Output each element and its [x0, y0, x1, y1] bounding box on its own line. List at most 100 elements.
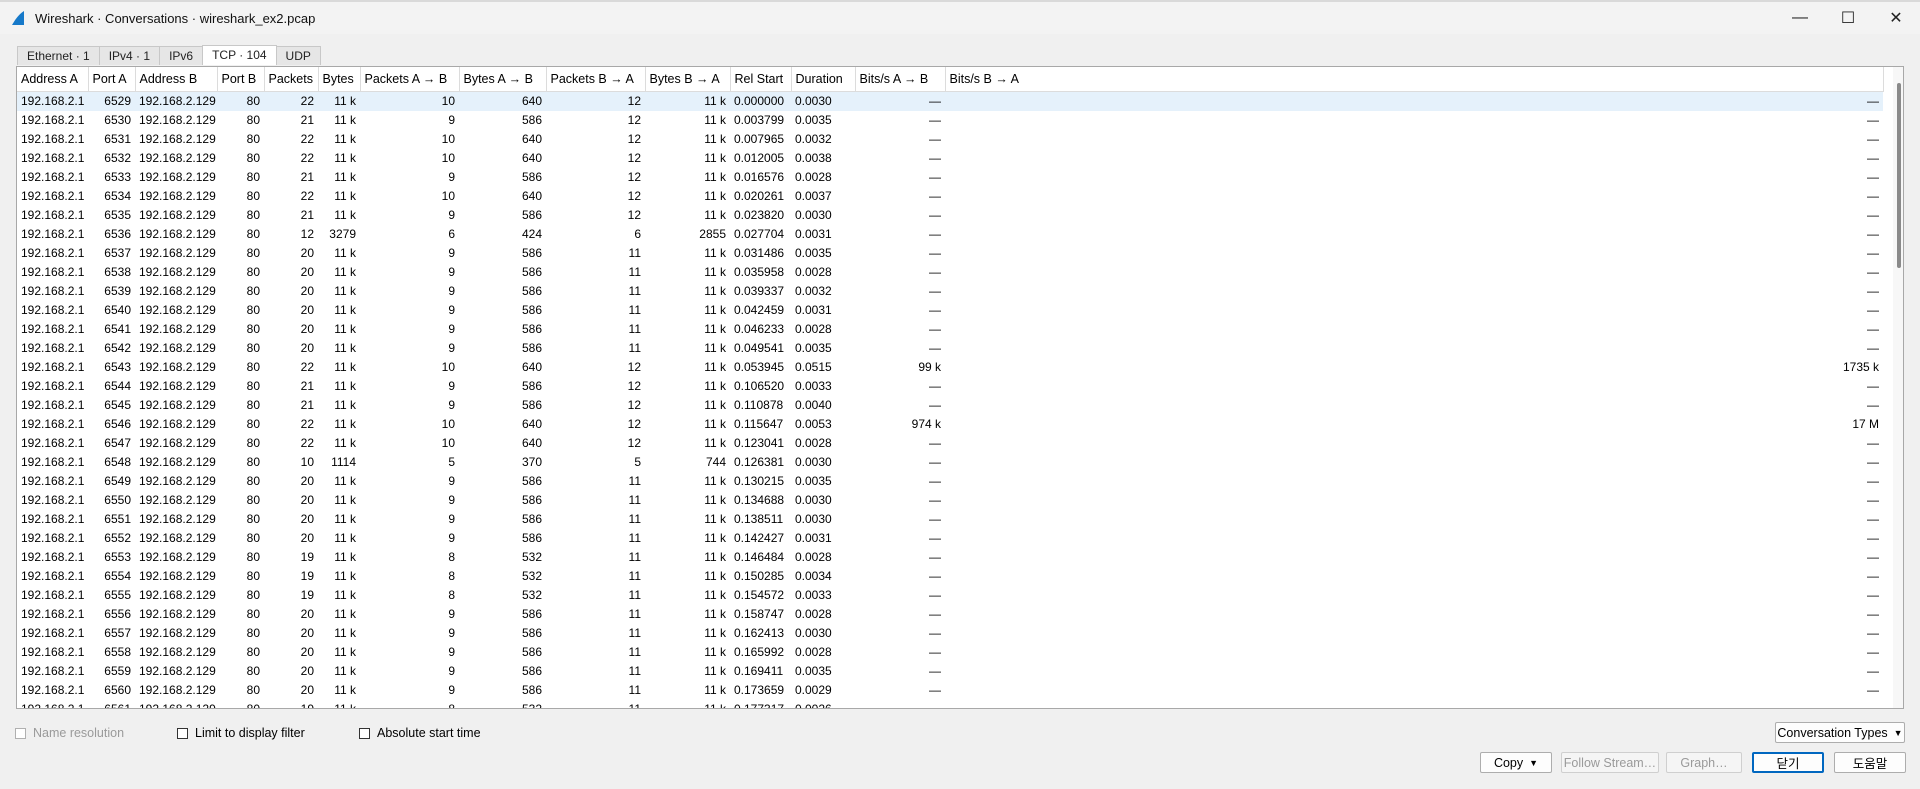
conversations-table[interactable]: Address A Port A Address B Port B Packets Byt… [16, 66, 1904, 709]
cell-address-b: 192.168.2.129 [139, 113, 216, 127]
cell-bits-b-a: — [1867, 531, 1879, 545]
column-header-address-a[interactable]: Address A [17, 67, 89, 92]
table-row[interactable]: 192.168.2.1 6544 192.168.2.129 80 21 11 k 9 586… [17, 377, 1883, 396]
table-row[interactable]: 192.168.2.1 6535 192.168.2.129 80 21 11 k 9 586… [17, 206, 1883, 225]
cell-packets-a-b: 9 [448, 398, 455, 412]
table-row[interactable]: 192.168.2.1 6547 192.168.2.129 80 22 11 k 10 64… [17, 434, 1883, 453]
cell-bytes-a-b: 640 [521, 189, 542, 203]
tab-udp[interactable]: UDP [275, 46, 321, 65]
table-row[interactable]: 192.168.2.1 6559 192.168.2.129 80 20 11 k 9 586… [17, 662, 1883, 681]
cell-address-a: 192.168.2.1 [21, 322, 85, 336]
cell-port-a: 6557 [104, 626, 131, 640]
cell-packets-b-a: 12 [627, 398, 641, 412]
cell-packets-a-b: 10 [441, 189, 455, 203]
cell-rel-start: 0.158747 [734, 607, 785, 621]
cell-port-b: 80 [246, 569, 260, 583]
cell-address-a: 192.168.2.1 [21, 607, 85, 621]
table-row[interactable]: 192.168.2.1 6540 192.168.2.129 80 20 11 k 9 586… [17, 301, 1883, 320]
cell-packets-a-b: 9 [448, 170, 455, 184]
limit-filter-checkbox[interactable]: Limit to display filter [177, 726, 305, 740]
column-header-bytes-b-a[interactable]: Bytes B → A [645, 67, 731, 92]
bottom-controls: Name resolution Limit to display filter … [0, 716, 1920, 789]
column-header-bytes-a-b[interactable]: Bytes A → B [459, 67, 547, 92]
table-row[interactable]: 192.168.2.1 6541 192.168.2.129 80 20 11 k 9 586… [17, 320, 1883, 339]
tab-ethernet[interactable]: Ethernet · 1 [17, 46, 100, 65]
table-row[interactable]: 192.168.2.1 6560 192.168.2.129 80 20 11 k 9 586… [17, 681, 1883, 700]
table-row[interactable]: 192.168.2.1 6554 192.168.2.129 80 19 11 k 8 532… [17, 567, 1883, 586]
cell-packets-a-b: 8 [448, 588, 455, 602]
column-header-bits-a-b[interactable]: Bits/s A → B [855, 67, 946, 92]
close-window-button[interactable]: ✕ [1872, 2, 1920, 34]
table-row[interactable]: 192.168.2.1 6557 192.168.2.129 80 20 11 k 9 586… [17, 624, 1883, 643]
table-row[interactable]: 192.168.2.1 6536 192.168.2.129 80 12 3279 6 424… [17, 225, 1883, 244]
cell-bytes-b-a: 11 k [645, 91, 730, 111]
cell-bytes-a-b: 586 [521, 493, 542, 507]
table-row[interactable]: 192.168.2.1 6552 192.168.2.129 80 20 11 k 9 586… [17, 529, 1883, 548]
close-button[interactable]: 닫기 [1752, 752, 1824, 773]
table-row[interactable]: 192.168.2.1 6537 192.168.2.129 80 20 11 k 9 586… [17, 244, 1883, 263]
cell-packets-a-b: 8 [448, 550, 455, 564]
cell-bits-b-a: — [1867, 512, 1879, 526]
cell-bits-a-b: — [929, 664, 941, 678]
cell-packets-a-b: 9 [448, 341, 455, 355]
table-row[interactable]: 192.168.2.1 6539 192.168.2.129 80 20 11 k 9 586… [17, 282, 1883, 301]
minimize-button[interactable]: — [1776, 2, 1824, 34]
tab-tcp[interactable]: TCP · 104 [202, 45, 277, 65]
column-header-address-b[interactable]: Address B [135, 67, 218, 92]
cell-bits-b-a: — [1867, 208, 1879, 222]
table-row[interactable]: 192.168.2.1 6558 192.168.2.129 80 20 11 k 9 586… [17, 643, 1883, 662]
cell-packets: 21 [300, 170, 314, 184]
table-row[interactable]: 192.168.2.1 6546 192.168.2.129 80 22 11 k 10 64… [17, 415, 1883, 434]
cell-bytes-b-a: 11 k [704, 265, 726, 279]
column-header-packets-b-a[interactable]: Packets B → A [546, 67, 646, 92]
table-row[interactable]: 192.168.2.1 6550 192.168.2.129 80 20 11 k 9 586… [17, 491, 1883, 510]
table-row[interactable]: 192.168.2.1 6530 192.168.2.129 80 21 11 k 9 586… [17, 111, 1883, 130]
graph-button[interactable]: Graph… [1666, 752, 1742, 773]
scrollbar-thumb[interactable] [1897, 83, 1901, 268]
conversation-types-button[interactable]: Conversation Types ▼ [1775, 722, 1905, 743]
column-header-packets-a-b[interactable]: Packets A → B [360, 67, 460, 92]
maximize-button[interactable]: ☐ [1824, 2, 1872, 34]
vertical-scrollbar[interactable] [1893, 67, 1903, 708]
cell-bits-b-a: — [1867, 569, 1879, 583]
cell-port-a: 6559 [104, 664, 131, 678]
table-row[interactable]: 192.168.2.1 6549 192.168.2.129 80 20 11 k 9 586… [17, 472, 1883, 491]
cell-bits-b-a: — [1867, 645, 1879, 659]
tab-ipv6[interactable]: IPv6 [159, 46, 204, 65]
table-row[interactable]: 192.168.2.1 6553 192.168.2.129 80 19 11 k 8 532… [17, 548, 1883, 567]
table-row[interactable]: 192.168.2.1 6538 192.168.2.129 80 20 11 k 9 586… [17, 263, 1883, 282]
table-row[interactable]: 192.168.2.1 6534 192.168.2.129 80 22 11 k 10 64… [17, 187, 1883, 206]
tab-ipv4[interactable]: IPv4 · 1 [98, 46, 161, 65]
table-row[interactable]: 192.168.2.1 6545 192.168.2.129 80 21 11 k 9 586… [17, 396, 1883, 415]
table-row[interactable]: 192.168.2.1 6556 192.168.2.129 80 20 11 k 9 586… [17, 605, 1883, 624]
absolute-time-checkbox[interactable]: Absolute start time [359, 726, 481, 740]
cell-port-b: 80 [246, 246, 260, 260]
column-header-rel-start[interactable]: Rel Start [730, 67, 792, 92]
table-row[interactable]: 192.168.2.1 6533 192.168.2.129 80 21 11 k 9 586… [17, 168, 1883, 187]
cell-bytes: 11 k [334, 436, 356, 450]
table-row[interactable]: 192.168.2.1 6548 192.168.2.129 80 10 1114 5 370… [17, 453, 1883, 472]
column-header-bits-b-a[interactable]: Bits/s B → A [945, 67, 1884, 92]
cell-bytes-b-a: 11 k [704, 645, 726, 659]
table-row[interactable]: 192.168.2.1 6531 192.168.2.129 80 22 11 k 10 64… [17, 130, 1883, 149]
copy-button[interactable]: Copy ▼ [1480, 752, 1552, 773]
column-header-port-b[interactable]: Port B [217, 67, 265, 92]
column-header-bytes[interactable]: Bytes [318, 67, 361, 92]
table-row[interactable]: 192.168.2.1 6532 192.168.2.129 80 22 11 k 10 64… [17, 149, 1883, 168]
help-button[interactable]: 도움말 [1834, 752, 1906, 773]
column-header-duration[interactable]: Duration [791, 67, 856, 92]
column-header-port-a[interactable]: Port A [88, 67, 136, 92]
name-resolution-checkbox[interactable]: Name resolution [15, 726, 124, 740]
table-row[interactable]: 192.168.2.1 6551 192.168.2.129 80 20 11 k 9 586… [17, 510, 1883, 529]
table-row[interactable]: 192.168.2.1 6543 192.168.2.129 80 22 11 k 10 64… [17, 358, 1883, 377]
cell-bytes: 11 k [334, 702, 356, 709]
cell-port-a: 6544 [104, 379, 131, 393]
table-row[interactable]: 192.168.2.1 6529 192.168.2.129 80 22 11 k 10 64… [17, 91, 1883, 111]
table-row[interactable]: 192.168.2.1 6555 192.168.2.129 80 19 11 k 8 532… [17, 586, 1883, 605]
cell-rel-start: 0.177317 [734, 702, 785, 709]
table-row[interactable]: 192.168.2.1 6561 192.168.2.129 80 19 11 k 8 532… [17, 700, 1883, 709]
table-row[interactable]: 192.168.2.1 6542 192.168.2.129 80 20 11 k 9 586… [17, 339, 1883, 358]
cell-bytes: 11 k [334, 170, 356, 184]
column-header-packets[interactable]: Packets [264, 67, 319, 92]
follow-stream-button[interactable]: Follow Stream… [1561, 752, 1659, 773]
